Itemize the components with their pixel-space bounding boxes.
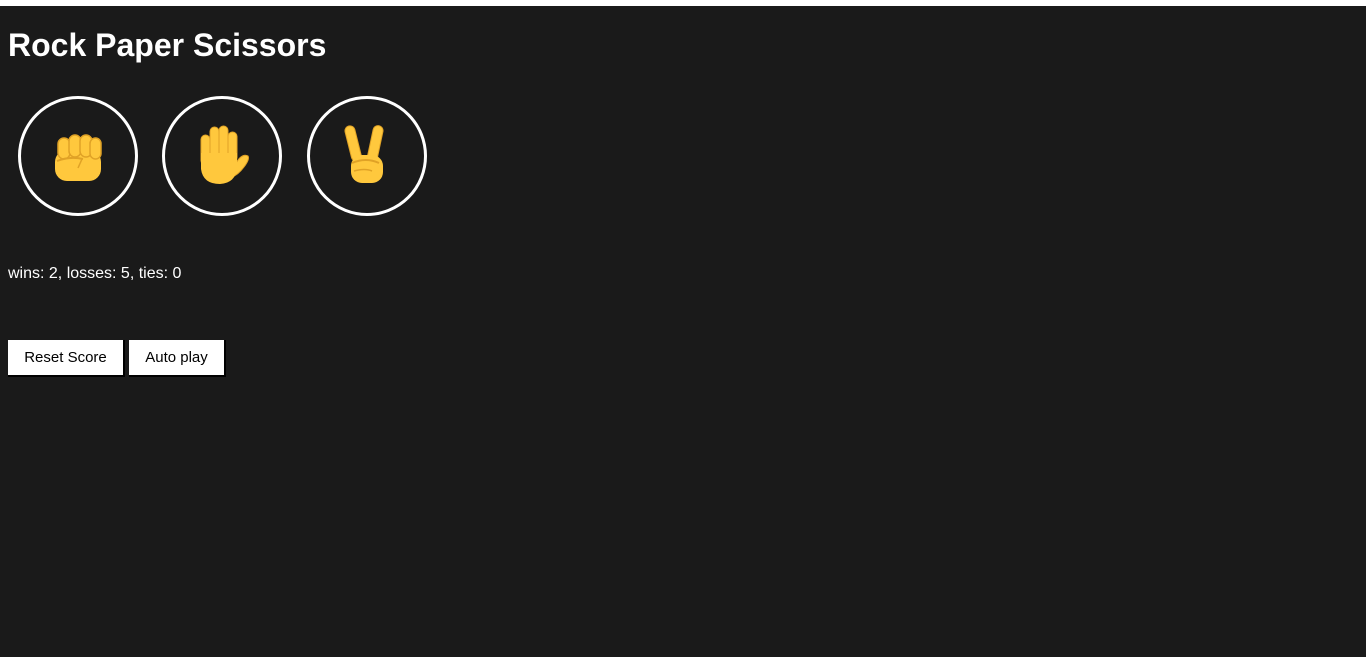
- page-title: Rock Paper Scissors: [8, 27, 327, 63]
- score-display: wins: 2, losses: 5, ties: 0: [8, 265, 182, 282]
- raised-fist-icon: [55, 134, 102, 181]
- rock-move-button[interactable]: [18, 96, 138, 216]
- paper-move-button[interactable]: [162, 96, 282, 216]
- victory-hand-icon: [344, 125, 384, 183]
- auto-play-button[interactable]: Auto play: [129, 340, 226, 377]
- scissors-move-button[interactable]: [307, 96, 427, 216]
- game-page: Rock Paper Scissors wins: 2, losses: 5, …: [0, 6, 1366, 657]
- reset-score-button[interactable]: Reset Score: [8, 340, 125, 377]
- raised-hand-icon: [200, 125, 249, 184]
